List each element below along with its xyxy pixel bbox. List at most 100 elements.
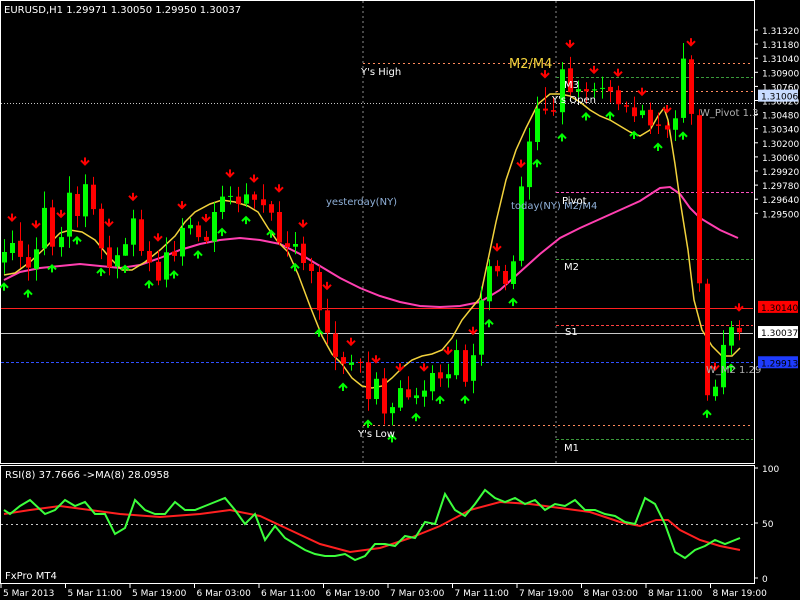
price-tick-label: 1.31320 [762,27,799,37]
candle-body [665,125,670,130]
candle-body [616,90,621,105]
chart-canvas[interactable]: EURUSD,H1 1.29971 1.30050 1.29950 1.3003… [0,0,800,600]
candle-body [358,362,363,363]
price-tick-label: 1.29780 [762,182,799,192]
candle-body [59,237,64,248]
ys-low-label: Y's Low [357,429,395,440]
candle-body [156,261,161,281]
candle-body [382,378,387,414]
m3-label: M3 [564,80,579,91]
candle-body [422,390,427,397]
candle-body [463,350,468,382]
price-tick-label: 1.30340 [762,126,799,136]
time-tick-label: 5 Mar 19:00 [132,589,187,599]
candle-body [511,261,516,284]
broker-label: FxPro MT4 [5,571,57,582]
candle-body [624,105,629,107]
candle-body [212,212,217,242]
candle-body [10,243,15,253]
candle-body [608,86,613,92]
candle-body [471,355,476,381]
time-tick-label: 8 Mar 11:00 [648,589,703,599]
time-axis[interactable]: 5 Mar 2013 5 Mar 11:00 5 Mar 19:00 6 Mar 03… [0,584,768,599]
m1-label: M1 [564,443,579,454]
price-badge: 1.31006 [758,89,798,103]
time-tick-label: 6 Mar 03:00 [197,589,252,599]
rsi-tick-label: 50 [762,520,774,530]
candle-body [236,196,241,204]
candle-body [325,310,330,333]
ys-high-label: Y's High [360,67,401,78]
candle-body [26,257,31,268]
candle-body [390,407,395,414]
candle-body [600,87,605,89]
candle [463,344,468,387]
candle-body [487,266,492,302]
candle [519,176,524,267]
price-badge-label: 1.30037 [761,329,798,339]
candle-body [91,184,96,210]
candle-body [535,108,540,142]
candle-body [673,118,678,130]
w-pivot-label: W_Pivot 1.3 [700,108,759,119]
time-tick-label: 7 Mar 11:00 [455,589,510,599]
candle-body [632,107,637,117]
candle-body [430,373,435,392]
candle-body [99,208,104,249]
candle-body [341,357,346,364]
candle-body [67,192,72,237]
candle-body [220,196,225,212]
time-tick-label: 8 Mar 19:00 [713,589,768,599]
m2-label: M2 [564,262,579,273]
price-tick-label: 1.30900 [762,69,799,79]
candle-body [398,388,403,408]
candle-body [188,224,193,229]
candle-body [309,263,314,271]
candle-body [269,204,274,213]
price-badge: 1.29913 [758,356,798,369]
candle-body [584,89,589,92]
candle-body [454,350,459,376]
candle-body [648,109,653,126]
candle [705,278,710,401]
candle-body [317,272,322,311]
candle-body [301,243,306,263]
price-badge: 1.30037 [758,326,798,339]
candle-body [228,195,233,197]
candle-body [180,227,185,257]
candle-body [697,115,702,284]
price-axis[interactable]: 1.313201.311801.310401.309001.307601.306… [754,27,799,220]
candle-body [519,186,524,261]
price-badge-label: 1.29913 [761,359,798,369]
candle-body [2,252,7,263]
price-tick-label: 1.30060 [762,154,799,164]
candle-body [261,199,266,206]
candle [697,109,702,292]
candle-body [503,271,508,284]
candle-body [495,265,500,272]
candle-body [640,110,645,116]
price-tick-label: 1.31040 [762,55,799,65]
time-tick-label: 5 Mar 2013 [3,589,54,599]
candle-body [50,207,55,247]
time-tick-label: 7 Mar 03:00 [390,589,445,599]
rsi-axis[interactable]: 100 50 0 [754,465,779,585]
candle-body [83,184,88,217]
candle-body [414,395,419,399]
price-badge-label: 1.31006 [761,93,798,103]
candle-body [689,59,694,114]
candle-body [252,194,257,200]
price-tick-label: 1.30200 [762,140,799,150]
candle-body [285,243,290,247]
candle-body [34,249,39,269]
candle-body [18,240,23,257]
candle-body [406,389,411,398]
candle-body [293,244,298,247]
time-tick-label: 6 Mar 11:00 [261,589,316,599]
pivot-label: Pivot [562,196,587,207]
time-tick-label: 8 Mar 03:00 [584,589,639,599]
candle-body [374,378,379,399]
candle-body [196,225,201,238]
candle-body [527,141,532,188]
candle-body [277,212,282,243]
